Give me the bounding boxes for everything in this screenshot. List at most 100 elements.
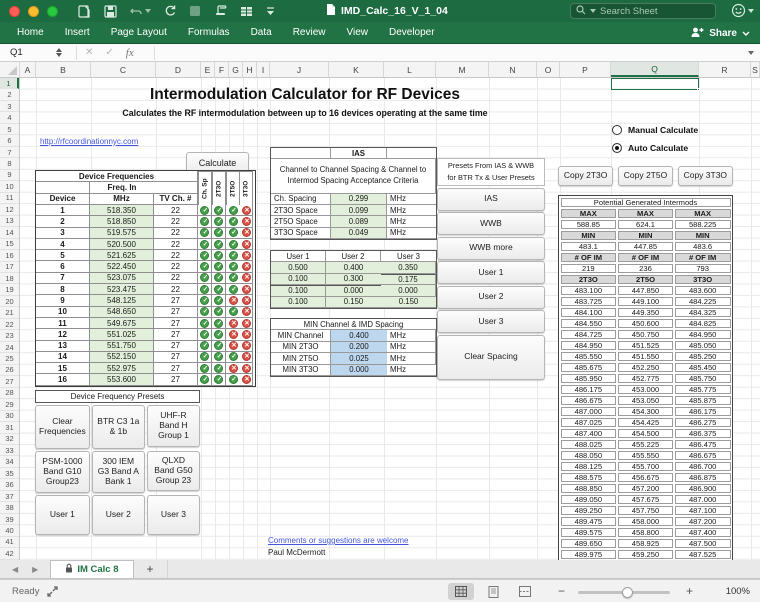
row-header-30[interactable]: 30	[0, 411, 19, 422]
column-header-M[interactable]: M	[436, 62, 489, 77]
copy-button[interactable]: Copy 2T3O	[558, 166, 613, 186]
row-header-21[interactable]: 21	[0, 307, 19, 318]
website-link[interactable]: http://rfcoordinationnyc.com	[40, 137, 138, 146]
row-header-18[interactable]: 18	[0, 273, 19, 284]
feedback-smiley-icon[interactable]	[731, 3, 754, 18]
device-frequency-cell[interactable]: 548.125	[90, 295, 154, 306]
freq-preset-button[interactable]: 300 IEM G3 Band A Bank 1	[92, 451, 145, 493]
freq-preset-button[interactable]: BTR C3 1a & 1b	[92, 405, 145, 449]
column-header-C[interactable]: C	[91, 62, 156, 77]
ias-row-value[interactable]: 0.299	[331, 194, 387, 205]
ias-row-value[interactable]: 0.099	[331, 205, 387, 216]
paste-icon[interactable]	[189, 5, 201, 17]
user3-value-cell[interactable]: 0.150	[381, 297, 436, 308]
device-frequency-cell[interactable]: 548.650	[90, 307, 154, 318]
column-header-L[interactable]: L	[384, 62, 436, 77]
row-header-35[interactable]: 35	[0, 468, 19, 479]
column-header-F[interactable]: F	[215, 62, 229, 77]
user2-value-cell[interactable]: 0.000	[326, 285, 381, 296]
device-frequency-cell[interactable]: 519.575	[90, 228, 154, 239]
row-header-42[interactable]: 42	[0, 548, 19, 559]
column-header-P[interactable]: P	[560, 62, 611, 77]
row-header-15[interactable]: 15	[0, 239, 19, 250]
column-header-Q[interactable]: Q	[611, 62, 699, 77]
ribbon-tab[interactable]: Formulas	[188, 27, 230, 38]
device-frequency-cell[interactable]: 549.675	[90, 318, 154, 329]
row-header-10[interactable]: 10	[0, 181, 19, 192]
min-row-value[interactable]: 0.000	[331, 365, 387, 376]
row-header-34[interactable]: 34	[0, 456, 19, 467]
selected-cell-Q1[interactable]	[611, 78, 699, 90]
row-header-28[interactable]: 28	[0, 388, 19, 399]
ribbon-tab[interactable]: Developer	[389, 27, 435, 38]
row-header-6[interactable]: 6	[0, 135, 19, 146]
zoom-slider[interactable]	[578, 591, 670, 594]
freq-preset-button[interactable]: QLXD Band G50 Group 23	[147, 451, 200, 491]
close-window-button[interactable]	[9, 6, 20, 17]
device-frequency-cell[interactable]: 553.600	[90, 374, 154, 385]
row-header-39[interactable]: 39	[0, 514, 19, 525]
row-header-16[interactable]: 16	[0, 250, 19, 261]
device-frequency-cell[interactable]: 518.350	[90, 205, 154, 216]
row-header-19[interactable]: 19	[0, 284, 19, 295]
row-header-31[interactable]: 31	[0, 422, 19, 433]
freq-preset-button[interactable]: PSM-1000 Band G10 Group23	[35, 451, 90, 493]
formula-bar-expand-icon[interactable]	[748, 51, 754, 55]
column-header-K[interactable]: K	[329, 62, 384, 77]
row-header-17[interactable]: 17	[0, 262, 19, 273]
device-frequency-cell[interactable]: 523.075	[90, 273, 154, 284]
min-row-value[interactable]: 0.400	[331, 330, 387, 341]
undo-icon[interactable]	[130, 6, 151, 17]
share-button[interactable]: Share	[690, 22, 750, 44]
row-header-7[interactable]: 7	[0, 147, 19, 158]
min-row-value[interactable]: 0.025	[331, 353, 387, 364]
worksheet-grid[interactable]: Intermodulation Calculator for RF Device…	[0, 78, 760, 560]
preset-button[interactable]: WWB more	[437, 237, 545, 260]
user1-value-cell[interactable]: 0.100	[271, 297, 326, 308]
ribbon-tab[interactable]: Data	[251, 27, 272, 38]
freq-preset-button[interactable]: UHF-R Band H Group 1	[147, 405, 200, 447]
device-frequency-cell[interactable]: 552.150	[90, 352, 154, 363]
device-frequency-cell[interactable]: 521.625	[90, 250, 154, 261]
row-header-4[interactable]: 4	[0, 112, 19, 123]
preset-button[interactable]: User 3	[437, 310, 545, 333]
freq-preset-button[interactable]: User 2	[92, 495, 145, 535]
page-layout-view-button[interactable]	[480, 583, 506, 600]
row-header-23[interactable]: 23	[0, 330, 19, 341]
name-box-stepper[interactable]	[56, 48, 62, 57]
user2-value-cell[interactable]: 0.150	[326, 297, 381, 308]
column-header-J[interactable]: J	[270, 62, 329, 77]
column-header-S[interactable]: S	[751, 62, 760, 77]
name-box[interactable]: Q1	[0, 44, 56, 62]
column-header-E[interactable]: E	[201, 62, 215, 77]
copy-button[interactable]: Copy 3T3O	[678, 166, 733, 186]
preset-button[interactable]: User 2	[437, 286, 545, 309]
row-header-8[interactable]: 8	[0, 158, 19, 169]
column-header-N[interactable]: N	[489, 62, 537, 77]
user2-value-cell[interactable]: 0.400	[326, 262, 381, 273]
row-header-24[interactable]: 24	[0, 342, 19, 353]
device-frequency-cell[interactable]: 520.500	[90, 239, 154, 250]
freq-preset-button[interactable]: User 1	[35, 495, 90, 535]
user3-value-cell[interactable]: 0.175	[381, 274, 436, 285]
row-header-25[interactable]: 25	[0, 353, 19, 364]
device-frequency-cell[interactable]: 551.750	[90, 341, 154, 352]
column-header-R[interactable]: R	[699, 62, 751, 77]
user1-value-cell[interactable]: 0.500	[271, 262, 326, 273]
column-header-O[interactable]: O	[537, 62, 560, 77]
selection-mode-icon[interactable]	[46, 585, 59, 602]
ribbon-tab[interactable]: Review	[293, 27, 326, 38]
preset-button[interactable]: WWB	[437, 212, 545, 235]
row-header-41[interactable]: 41	[0, 537, 19, 548]
ribbon-tab[interactable]: View	[346, 27, 368, 38]
device-frequency-cell[interactable]: 552.975	[90, 363, 154, 374]
sheet-tab-im-calc-8[interactable]: IM Calc 8	[50, 560, 133, 578]
prev-sheet-arrow-icon[interactable]: ◀	[12, 565, 18, 574]
row-header-9[interactable]: 9	[0, 170, 19, 181]
auto-calculate-radio[interactable]: Auto Calculate	[612, 143, 688, 153]
column-header-I[interactable]: I	[257, 62, 270, 77]
row-header-29[interactable]: 29	[0, 399, 19, 410]
confirm-entry-icon[interactable]: ✓	[105, 47, 113, 58]
page-break-view-button[interactable]	[512, 583, 538, 600]
zoom-in-button[interactable]: +	[686, 584, 693, 598]
